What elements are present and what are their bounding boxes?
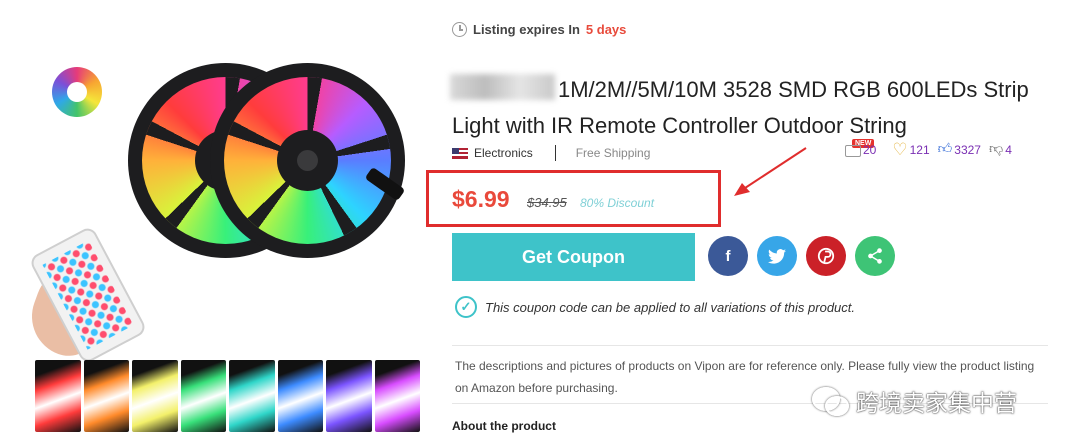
facebook-icon: f: [725, 247, 731, 265]
pinterest-icon: [817, 247, 835, 265]
likes-count: 3327: [954, 143, 981, 157]
clock-icon: [452, 22, 467, 37]
heart-icon: ♡: [892, 140, 908, 159]
thumbs-down-icon: 👎︎: [988, 140, 1004, 156]
favorites-stat[interactable]: ♡ 121: [892, 140, 930, 159]
category-link[interactable]: Electronics: [474, 146, 533, 160]
color-swatch[interactable]: [132, 360, 178, 432]
color-swatch[interactable]: [326, 360, 372, 432]
color-swatch[interactable]: [229, 360, 275, 432]
comment-icon: [845, 145, 861, 157]
share-icon: [868, 248, 882, 264]
get-coupon-button[interactable]: Get Coupon: [452, 233, 695, 281]
color-variation-strip[interactable]: [35, 360, 420, 432]
original-price: $34.95: [527, 195, 567, 210]
expiry-label: Listing expires In: [473, 22, 580, 37]
dislikes-stat[interactable]: 👎︎ 4: [989, 140, 1012, 157]
comments-stat[interactable]: 20: [845, 143, 876, 157]
thumbs-up-icon: 👍︎: [937, 140, 953, 156]
shipping-label: Free Shipping: [575, 146, 651, 160]
color-swatch[interactable]: [180, 360, 226, 432]
brand-logo: [52, 67, 102, 117]
color-swatch[interactable]: [277, 360, 323, 432]
product-meta: Electronics Free Shipping: [452, 145, 650, 161]
color-swatch[interactable]: [374, 360, 420, 432]
product-title: 1M/2M//5M/10M 3528 SMD RGB 600LEDs Strip…: [452, 77, 1029, 138]
coupon-note-text: This coupon code can be applied to all v…: [485, 299, 856, 315]
pinterest-share-button[interactable]: [806, 236, 846, 276]
color-swatch[interactable]: [35, 360, 81, 432]
watermark-text: 跨境卖家集中营: [856, 390, 1017, 416]
listing-expiry: Listing expires In 5 days: [452, 22, 626, 37]
dislikes-count: 4: [1005, 143, 1012, 157]
twitter-icon: [768, 248, 786, 264]
us-flag-icon: [452, 147, 468, 159]
likes-stat[interactable]: 👍︎ 3327: [938, 140, 981, 157]
discount-label: 80% Discount: [580, 196, 655, 210]
about-product-heading: About the product: [452, 419, 556, 433]
product-main-image[interactable]: [20, 55, 415, 365]
product-stats: 20 ♡ 121 👍︎ 3327 👎︎ 4: [845, 140, 1012, 159]
annotation-arrow-icon: [734, 147, 807, 196]
current-price: $6.99: [452, 186, 510, 212]
share-button[interactable]: [855, 236, 895, 276]
expiry-days: 5 days: [585, 22, 627, 37]
meta-divider: [554, 145, 556, 161]
wechat-icon: [812, 387, 849, 416]
check-circle-icon: ✓: [455, 296, 477, 318]
twitter-share-button[interactable]: [757, 236, 797, 276]
wechat-watermark: 跨境卖家集中营: [812, 384, 1017, 418]
facebook-share-button[interactable]: f: [708, 236, 748, 276]
coupon-note: ✓ This coupon code can be applied to all…: [455, 296, 855, 318]
section-divider: [452, 345, 1048, 346]
favorites-count: 121: [909, 143, 930, 157]
comments-count: 20: [863, 143, 877, 157]
led-reel-image: [210, 63, 405, 258]
color-swatch[interactable]: [83, 360, 129, 432]
